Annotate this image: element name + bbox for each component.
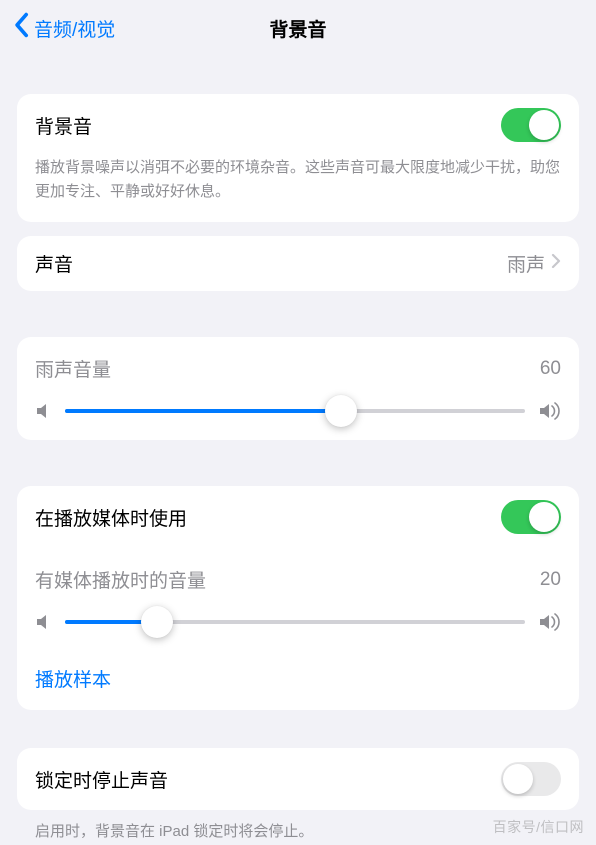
lock-stop-row: 锁定时停止声音 <box>17 748 579 810</box>
background-sound-desc: 播放背景噪声以消弭不必要的环境杂音。这些声音可最大限度地减少干扰，助您更加专注、… <box>17 156 579 222</box>
media-volume-label: 有媒体播放时的音量 <box>35 566 206 593</box>
sound-label: 声音 <box>35 250 73 277</box>
sound-value: 雨声 <box>507 250 545 277</box>
volume-high-icon <box>539 613 561 631</box>
navbar: 音频/视觉 背景音 <box>0 0 596 56</box>
media-toggle-row: 在播放媒体时使用 <box>17 486 579 548</box>
volume-low-icon <box>35 613 51 631</box>
background-sound-group: 背景音 播放背景噪声以消弭不必要的环境杂音。这些声音可最大限度地减少干扰，助您更… <box>17 94 579 222</box>
rain-volume-slider[interactable] <box>65 409 525 413</box>
back-label: 音频/视觉 <box>34 15 115 42</box>
background-sound-row: 背景音 <box>17 94 579 156</box>
volume-high-icon <box>539 402 561 420</box>
rain-volume-label: 雨声音量 <box>35 355 111 382</box>
media-toggle[interactable] <box>501 500 561 534</box>
back-button[interactable]: 音频/视觉 <box>12 12 115 44</box>
media-volume-value: 20 <box>540 569 561 591</box>
sound-group: 声音 雨声 <box>17 236 579 291</box>
media-toggle-label: 在播放媒体时使用 <box>35 504 187 531</box>
lock-stop-group: 锁定时停止声音 <box>17 748 579 810</box>
rain-volume-value: 60 <box>540 358 561 380</box>
background-sound-toggle[interactable] <box>501 108 561 142</box>
sound-row[interactable]: 声音 雨声 <box>17 236 579 291</box>
volume-low-icon <box>35 402 51 420</box>
media-group: 在播放媒体时使用 有媒体播放时的音量 20 <box>17 486 579 710</box>
rain-volume-group: 雨声音量 60 <box>17 337 579 440</box>
media-volume-slider[interactable] <box>65 620 525 624</box>
background-sound-label: 背景音 <box>35 112 92 139</box>
play-sample-button[interactable]: 播放样本 <box>17 649 579 710</box>
lock-stop-toggle[interactable] <box>501 762 561 796</box>
chevron-left-icon <box>12 12 30 44</box>
lock-stop-label: 锁定时停止声音 <box>35 766 168 793</box>
chevron-right-icon <box>551 253 561 274</box>
watermark: 百家号/信口网 <box>493 817 584 837</box>
